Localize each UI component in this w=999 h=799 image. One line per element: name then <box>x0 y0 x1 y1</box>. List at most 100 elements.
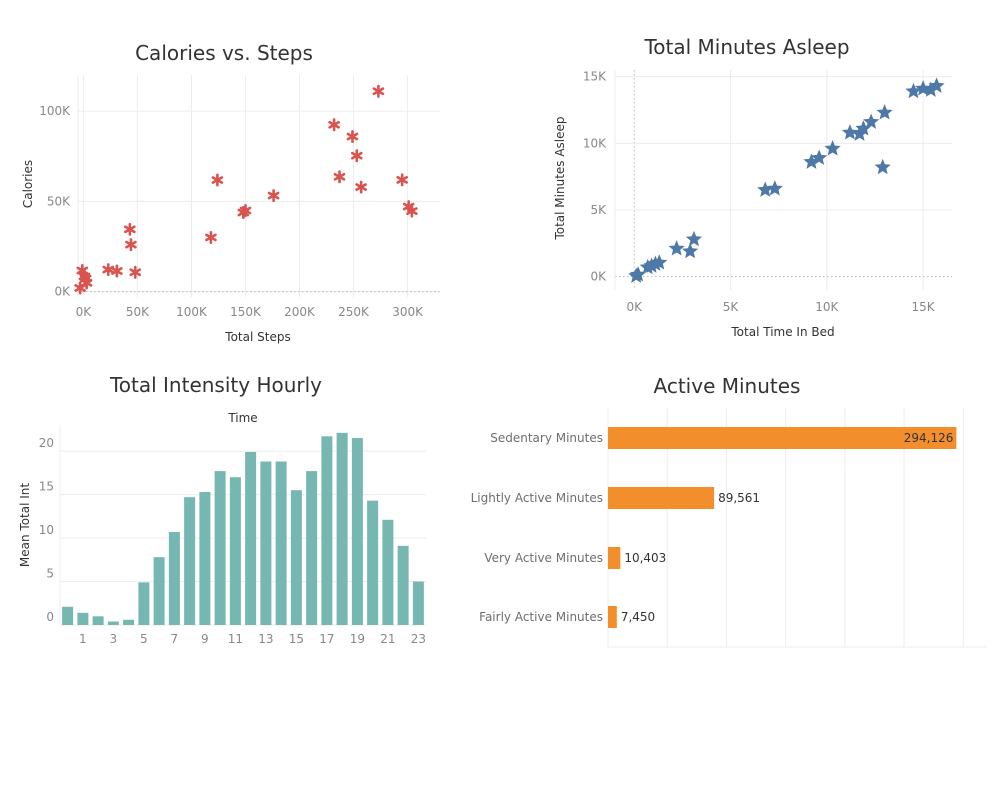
x-tick-label: 3 <box>110 632 118 646</box>
y-tick-label: 10K <box>583 136 607 150</box>
x-tick-label: 15 <box>289 632 304 646</box>
x-tick-label: 200K <box>284 305 316 319</box>
x-tick-label: 7 <box>171 632 179 646</box>
x-tick-label: 15K <box>912 300 936 314</box>
scatter-point <box>905 82 922 99</box>
bar <box>62 606 74 625</box>
category-label: Fairly Active Minutes <box>479 610 603 624</box>
scatter-point <box>876 104 893 120</box>
chart-title: Total Intensity Hourly <box>109 373 322 397</box>
bar <box>107 621 119 625</box>
x-axis-title: Total Steps <box>224 330 290 344</box>
x-tick-label: 9 <box>201 632 209 646</box>
bar <box>123 619 135 625</box>
bar <box>245 451 257 625</box>
x-tick-label: 10K <box>815 300 839 314</box>
bar <box>77 612 89 625</box>
bar <box>229 477 241 625</box>
x-tick-label: 1 <box>79 632 87 646</box>
bar <box>275 461 287 625</box>
x-tick-label: 100K <box>176 305 208 319</box>
x-tick-label: 11 <box>228 632 243 646</box>
bar <box>608 487 715 509</box>
bar <box>153 557 165 625</box>
y-tick-label: 15K <box>583 70 607 84</box>
bar <box>199 491 211 625</box>
scatter-point <box>874 158 891 175</box>
x-tick-label: 13 <box>258 632 273 646</box>
x-tick-label: 19 <box>350 632 365 646</box>
y-tick-label: 15 <box>39 480 54 494</box>
bar <box>321 436 333 625</box>
x-tick-label: 150K <box>230 305 262 319</box>
y-tick-label: 5 <box>46 567 54 581</box>
y-axis-title: Calories <box>21 160 35 208</box>
bar <box>214 471 226 625</box>
total-minutes-asleep-chart: Total Minutes Asleep 0K 5K 10K 15K 0K 5K 10K 15K… <box>553 35 952 339</box>
chart-title: Calories vs. Steps <box>135 41 313 65</box>
bar <box>306 471 318 625</box>
bar <box>382 519 394 625</box>
x-tick-label: 300K <box>392 305 424 319</box>
bar <box>138 582 150 625</box>
y-axis-title: Total Minutes Asleep <box>553 116 567 240</box>
bar-value-label: 10,403 <box>624 551 666 565</box>
category-label: Sedentary Minutes <box>490 431 603 445</box>
x-axis-title: Total Time In Bed <box>730 325 834 339</box>
y-tick-label: 5K <box>590 203 607 217</box>
bar-value-label: 89,561 <box>718 491 760 505</box>
chart-title: Total Minutes Asleep <box>643 35 849 59</box>
x-tick-label: 21 <box>380 632 395 646</box>
bar <box>351 438 363 625</box>
x-tick-label: 50K <box>126 305 150 319</box>
bar <box>260 461 272 625</box>
bar-value-label: 7,450 <box>621 610 655 624</box>
scatter-point <box>372 84 385 98</box>
scatter-point <box>668 240 685 256</box>
x-axis-title: Time <box>227 411 257 425</box>
total-intensity-hourly-chart: Total Intensity HourlyTime05101520Mean T… <box>18 373 426 646</box>
scatter-point <box>211 173 224 187</box>
y-tick-label: 100K <box>39 104 71 118</box>
scatter-point <box>355 180 367 194</box>
scatter-point <box>346 130 359 144</box>
x-tick-label: 250K <box>338 305 370 319</box>
calories-vs-steps-chart: Calories vs. Steps 0K 50K 100K 150K 200K 250K 3… <box>21 41 440 344</box>
bar <box>184 497 196 625</box>
x-tick-label: 17 <box>319 632 334 646</box>
x-tick-label: 5 <box>140 632 148 646</box>
bar <box>412 581 424 625</box>
scatter-point <box>125 238 137 252</box>
bar <box>608 606 617 628</box>
y-tick-label: 10 <box>39 523 54 537</box>
scatter-point <box>129 265 142 279</box>
y-tick-label: 0K <box>590 270 607 284</box>
y-tick-label: 50K <box>47 194 71 208</box>
bar <box>168 531 180 625</box>
category-label: Very Active Minutes <box>484 551 603 565</box>
scatter-point <box>333 170 346 184</box>
chart-title: Active Minutes <box>654 374 801 398</box>
bar <box>367 500 379 625</box>
scatter-point <box>205 230 217 244</box>
y-tick-label: 0K <box>54 285 71 299</box>
y-tick-label: 20 <box>39 436 54 450</box>
bar <box>92 616 104 625</box>
category-label: Lightly Active Minutes <box>471 491 603 505</box>
x-tick-label: 0K <box>76 305 93 319</box>
scatter-point <box>124 222 136 236</box>
scatter-point <box>328 118 340 132</box>
dashboard-canvas: Calories vs. Steps0K 50K 100K 150K 200K 250K 3… <box>18 35 987 648</box>
x-tick-label: 5K <box>723 300 740 314</box>
bar <box>608 547 621 569</box>
scatter-point <box>396 173 408 187</box>
x-tick-label: 23 <box>411 632 426 646</box>
x-tick-label: 0K <box>626 300 643 314</box>
y-axis-title: Mean Total Int <box>18 483 32 567</box>
active-minutes-chart: Active Minutes Sedentary Minutes 294,126 Li… <box>471 374 987 648</box>
y-tick-label: 0 <box>46 610 54 624</box>
bar-value-label: 294,126 <box>904 431 954 445</box>
scatter-point <box>685 230 703 247</box>
bar <box>336 432 348 625</box>
scatter-point <box>267 189 280 203</box>
